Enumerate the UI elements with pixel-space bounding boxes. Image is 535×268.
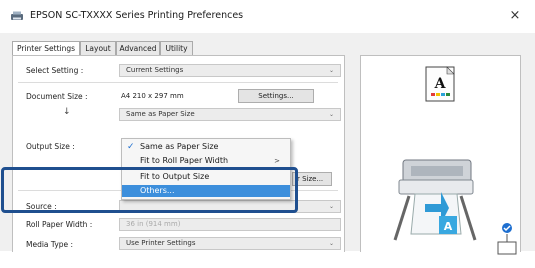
- settings-button[interactable]: Settings...: [238, 89, 314, 103]
- document-size-value: A4 210 x 297 mm: [121, 92, 184, 100]
- checkmark-icon: ✓: [127, 142, 135, 152]
- roll-paper-width-value: 36 in (914 mm): [126, 220, 181, 228]
- paper-preview-icon: A: [425, 66, 455, 102]
- svg-text:A: A: [434, 76, 447, 92]
- media-type-value: Use Printer Settings: [126, 239, 196, 247]
- size-mode-combo[interactable]: Same as Paper Size ⌄: [119, 108, 341, 121]
- tab-printer-settings[interactable]: Printer Settings: [12, 41, 80, 56]
- chevron-down-icon: ⌄: [328, 111, 334, 118]
- size-mode-value: Same as Paper Size: [126, 110, 195, 118]
- menu-item-fit-to-roll-paper-width[interactable]: Fit to Roll Paper Width >: [122, 155, 290, 167]
- output-size-label: Output Size :: [26, 142, 75, 151]
- media-type-label: Media Type :: [26, 240, 74, 249]
- window-title: EPSON SC-TXXXX Series Printing Preferenc…: [30, 10, 244, 21]
- chevron-down-icon: ⌄: [328, 240, 334, 247]
- tab-layout[interactable]: Layout: [80, 41, 116, 55]
- roll-paper-width-combo[interactable]: 36 in (914 mm): [119, 218, 341, 231]
- chevron-down-icon: ⌄: [328, 203, 334, 210]
- printer-icon: [11, 11, 23, 20]
- roll-paper-width-label: Roll Paper Width :: [26, 220, 93, 229]
- document-size-label: Document Size :: [26, 92, 88, 101]
- roll-paper-icon: [497, 223, 517, 255]
- select-setting-value: Current Settings: [126, 66, 184, 74]
- chevron-right-icon: >: [274, 157, 280, 165]
- select-setting-label: Select Setting :: [26, 66, 84, 75]
- menu-item-same-as-paper-size[interactable]: ✓ Same as Paper Size: [122, 141, 290, 153]
- callout-highlight-frame: [1, 167, 298, 213]
- close-icon[interactable]: ×: [506, 8, 524, 24]
- printer-icon: A: [393, 159, 477, 241]
- select-setting-combo[interactable]: Current Settings ⌄: [119, 64, 341, 77]
- output-size-button[interactable]: r Size...: [292, 172, 332, 186]
- preview-panel: A A: [360, 55, 521, 255]
- tab-utility[interactable]: Utility: [160, 41, 193, 55]
- title-bar: EPSON SC-TXXXX Series Printing Preferenc…: [0, 0, 535, 33]
- media-type-combo[interactable]: Use Printer Settings ⌄: [119, 237, 341, 250]
- down-arrow-icon: ↓: [63, 107, 71, 117]
- tab-advanced[interactable]: Advanced: [116, 41, 160, 55]
- chevron-down-icon: ⌄: [328, 67, 334, 74]
- svg-text:A: A: [444, 220, 453, 233]
- divider: [18, 82, 338, 83]
